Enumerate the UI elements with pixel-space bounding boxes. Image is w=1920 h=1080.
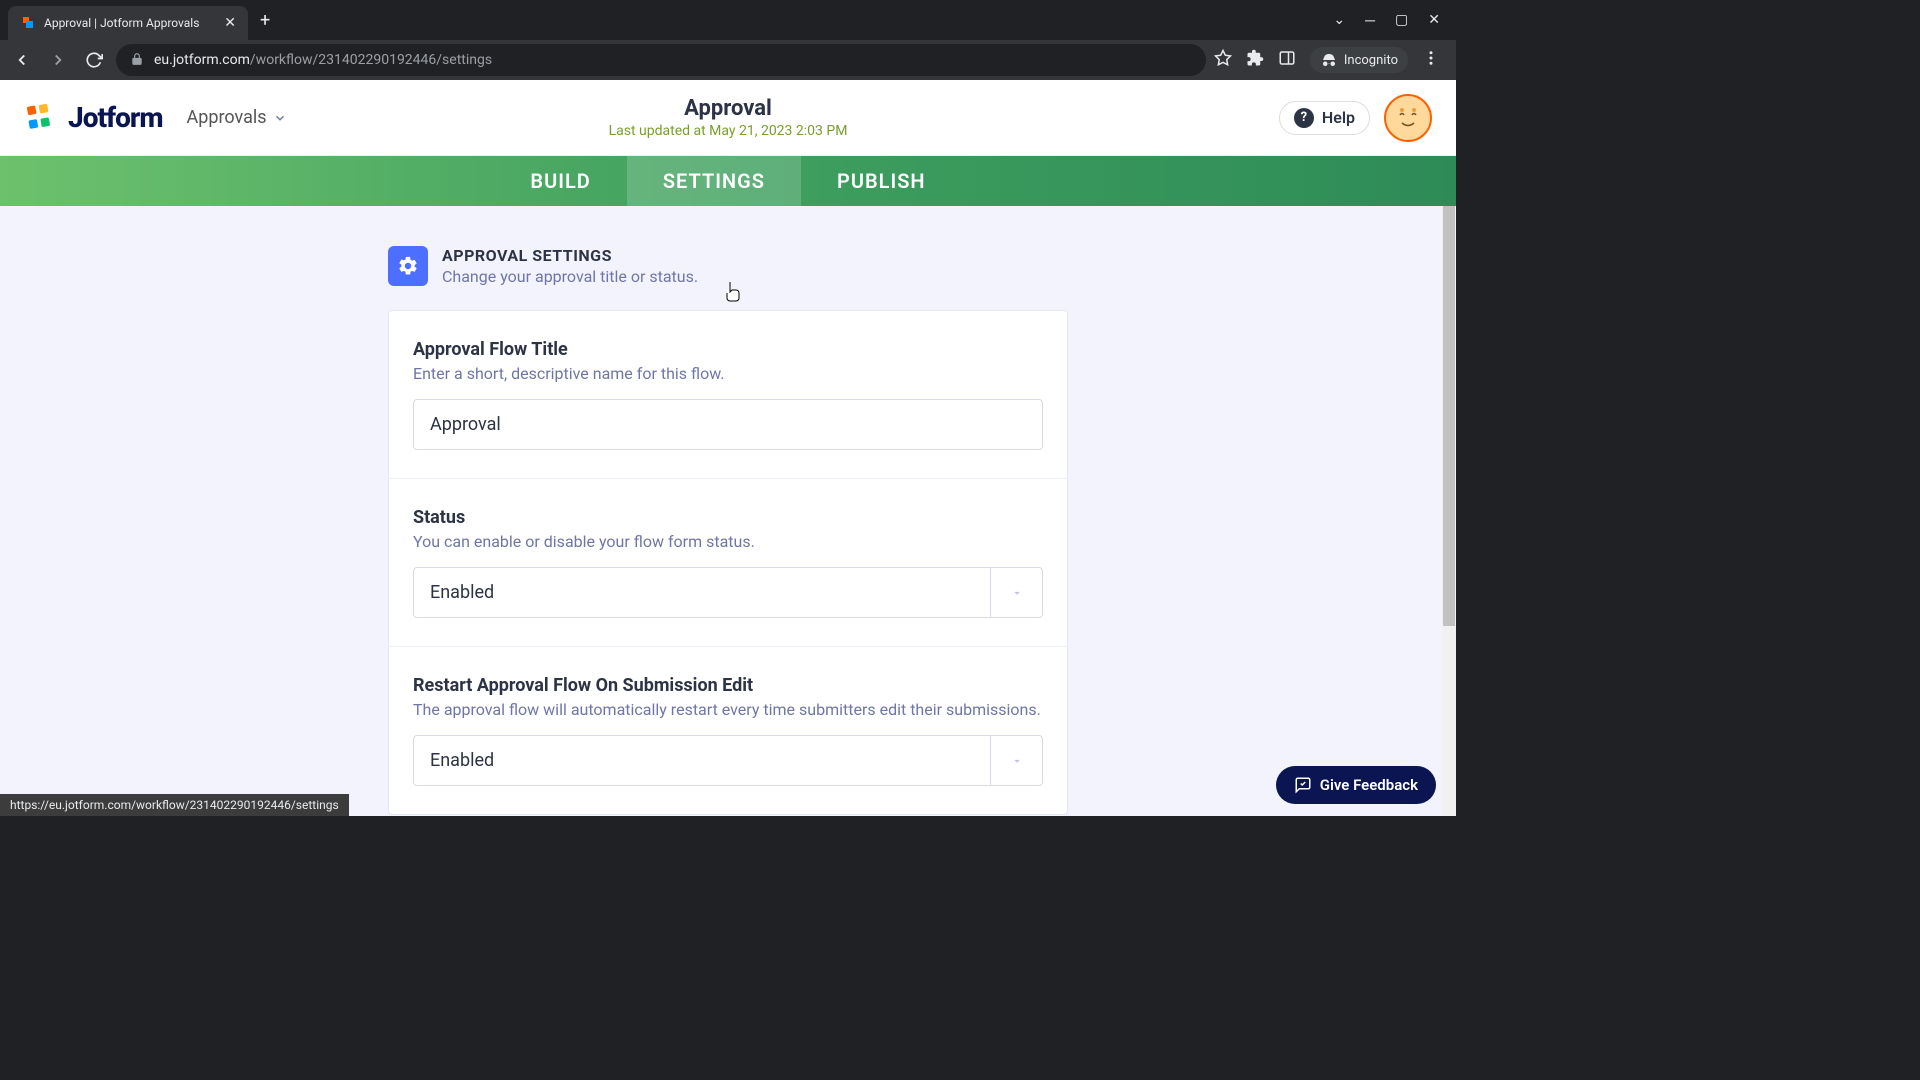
status-value: Enabled xyxy=(414,568,990,617)
tab-search-icon[interactable]: ⌄ xyxy=(1333,12,1345,29)
incognito-label: Incognito xyxy=(1344,53,1398,68)
feedback-icon xyxy=(1294,776,1312,794)
avatar-icon xyxy=(1390,100,1426,136)
scrollbar-track[interactable] xyxy=(1442,206,1456,816)
help-label: Help xyxy=(1322,108,1355,127)
approvals-dropdown[interactable]: Approvals xyxy=(187,107,287,128)
feedback-label: Give Feedback xyxy=(1320,776,1418,794)
reload-button[interactable] xyxy=(80,46,108,74)
tab-publish[interactable]: PUBLISH xyxy=(801,156,962,206)
tab-title: Approval | Jotform Approvals xyxy=(44,16,216,30)
chevron-down-icon xyxy=(990,736,1042,785)
help-button[interactable]: ? Help xyxy=(1279,101,1370,135)
tab-close-icon[interactable]: ✕ xyxy=(224,15,236,31)
flow-title-input[interactable] xyxy=(413,399,1043,450)
settings-card: Approval Flow Title Enter a short, descr… xyxy=(388,310,1068,815)
tab-favicon-icon xyxy=(20,15,36,31)
status-bar: https://eu.jotform.com/workflow/23140229… xyxy=(0,794,349,816)
scrollbar-thumb[interactable] xyxy=(1443,206,1455,626)
browser-tab-strip: Approval | Jotform Approvals ✕ + ⌄ ─ ▢ ✕ xyxy=(0,0,1456,40)
lock-icon xyxy=(130,51,144,70)
bookmark-icon[interactable] xyxy=(1214,49,1232,71)
status-select[interactable]: Enabled xyxy=(413,567,1043,618)
setting-restart: Restart Approval Flow On Submission Edit… xyxy=(389,647,1067,814)
url-text: eu.jotform.com/workflow/231402290192446/… xyxy=(154,52,492,68)
setting-status: Status You can enable or disable your fl… xyxy=(389,479,1067,647)
forward-button[interactable] xyxy=(44,46,72,74)
status-desc: You can enable or disable your flow form… xyxy=(413,532,1043,551)
last-updated: Last updated at May 21, 2023 2:03 PM xyxy=(609,123,848,139)
new-tab-button[interactable]: + xyxy=(260,10,270,31)
address-bar[interactable]: eu.jotform.com/workflow/231402290192446/… xyxy=(116,44,1206,76)
sidepanel-icon[interactable] xyxy=(1278,49,1296,71)
incognito-icon xyxy=(1320,51,1338,69)
restart-label: Restart Approval Flow On Submission Edit xyxy=(413,675,1043,696)
main-tabs: BUILD SETTINGS PUBLISH xyxy=(0,156,1456,206)
approvals-dropdown-label: Approvals xyxy=(187,107,267,128)
status-label: Status xyxy=(413,507,1043,528)
close-window-icon[interactable]: ✕ xyxy=(1428,12,1440,29)
chevron-down-icon xyxy=(273,111,287,125)
gear-icon xyxy=(388,246,428,286)
section-header: APPROVAL SETTINGS Change your approval t… xyxy=(388,246,1068,286)
section-subtitle: Change your approval title or status. xyxy=(442,267,698,286)
restart-select[interactable]: Enabled xyxy=(413,735,1043,786)
incognito-badge[interactable]: Incognito xyxy=(1310,47,1408,73)
back-button[interactable] xyxy=(8,46,36,74)
give-feedback-button[interactable]: Give Feedback xyxy=(1276,766,1436,804)
browser-tab[interactable]: Approval | Jotform Approvals ✕ xyxy=(8,6,248,40)
tab-settings[interactable]: SETTINGS xyxy=(627,156,801,206)
flow-title-label: Approval Flow Title xyxy=(413,339,1043,360)
tab-build[interactable]: BUILD xyxy=(494,156,626,206)
section-title: APPROVAL SETTINGS xyxy=(442,246,698,265)
page-content: Jotform Approvals Approval Last updated … xyxy=(0,80,1456,816)
logo-mark-icon xyxy=(24,101,58,135)
maximize-icon[interactable]: ▢ xyxy=(1395,12,1408,29)
page-title: Approval xyxy=(609,96,848,121)
window-controls: ⌄ ─ ▢ ✕ xyxy=(1333,12,1456,29)
chevron-down-icon xyxy=(990,568,1042,617)
extensions-icon[interactable] xyxy=(1246,49,1264,71)
app-header: Jotform Approvals Approval Last updated … xyxy=(0,80,1456,156)
user-avatar[interactable] xyxy=(1384,94,1432,142)
menu-icon[interactable] xyxy=(1422,49,1440,71)
help-icon: ? xyxy=(1294,108,1314,128)
setting-flow-title: Approval Flow Title Enter a short, descr… xyxy=(389,311,1067,479)
jotform-logo[interactable]: Jotform xyxy=(24,101,163,135)
flow-title-desc: Enter a short, descriptive name for this… xyxy=(413,364,1043,383)
content-area: APPROVAL SETTINGS Change your approval t… xyxy=(0,206,1456,816)
browser-toolbar: eu.jotform.com/workflow/231402290192446/… xyxy=(0,40,1456,80)
restart-value: Enabled xyxy=(414,736,990,785)
restart-desc: The approval flow will automatically res… xyxy=(413,700,1043,719)
logo-text: Jotform xyxy=(68,101,163,134)
minimize-icon[interactable]: ─ xyxy=(1365,12,1375,29)
header-center: Approval Last updated at May 21, 2023 2:… xyxy=(609,96,848,139)
